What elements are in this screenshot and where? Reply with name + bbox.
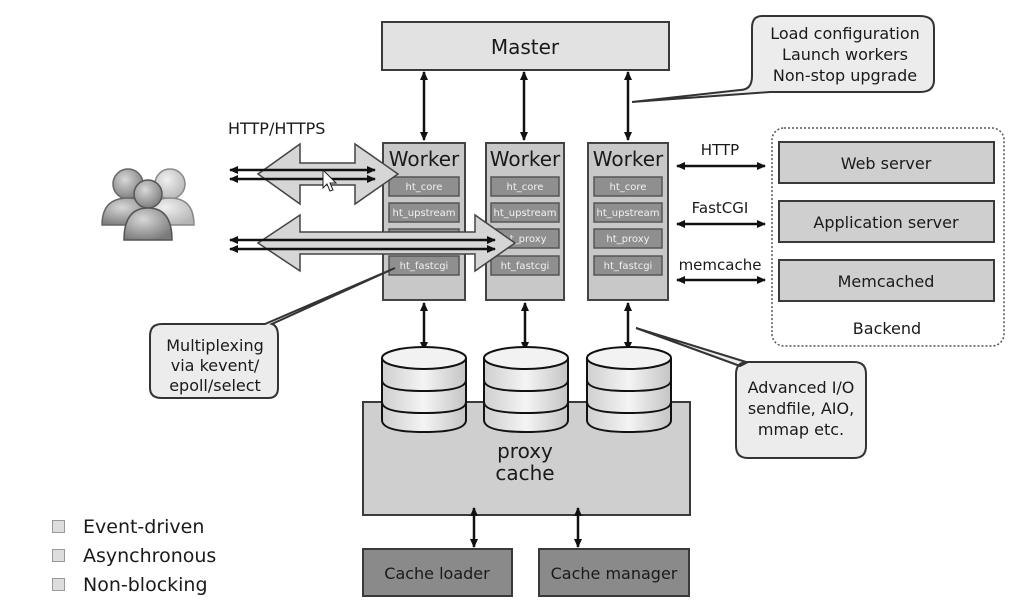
database-icon (586, 346, 672, 434)
database-icon (483, 346, 569, 434)
multiplexing-callout-line-2: via kevent/ (171, 356, 260, 375)
worker-title: Worker (490, 147, 561, 171)
protocol-label: memcache (679, 256, 762, 274)
protocol-label: HTTP (701, 141, 739, 159)
bullet-square-icon (52, 578, 65, 591)
http-double-arrow-1 (229, 142, 400, 206)
feature-label: Event-driven (83, 515, 205, 538)
users-group-icon (101, 168, 195, 241)
master-callout-line-2: Launch workers (782, 45, 908, 64)
database-icon (381, 346, 467, 434)
http-double-arrow-2 (229, 213, 517, 273)
feature-label: Asynchronous (83, 544, 217, 567)
master-callout-line-3: Non-stop upgrade (773, 66, 917, 85)
worker-2: Worker ht_core ht_upstream ht_proxy ht_f… (485, 142, 565, 301)
feature-item: Asynchronous (52, 541, 216, 570)
worker-module: ht_core (610, 182, 647, 193)
worker-1: Worker ht_core ht_upstream ht_proxy ht_f… (382, 142, 466, 301)
multiplexing-callout: Multiplexing via kevent/ epoll/select (149, 267, 396, 399)
worker-module: ht_fastcgi (400, 261, 449, 272)
advanced-io-callout-line-1: Advanced I/O (748, 378, 855, 397)
multiplexing-callout-line-1: Multiplexing (166, 336, 263, 355)
proxy-cache-line-1: proxy (497, 439, 553, 463)
master-callout-line-1: Load configuration (770, 24, 920, 43)
worker-module: ht_fastcgi (501, 261, 550, 272)
feature-label: Non-blocking (83, 573, 208, 596)
backend-group: Web server Application server Memcached … (771, 127, 1005, 347)
protocol-label: FastCGI (692, 199, 749, 217)
feature-item: Non-blocking (52, 570, 216, 599)
worker-module: ht_proxy (606, 234, 649, 245)
advanced-io-callout-line-3: mmap etc. (758, 420, 844, 439)
master-callout: Load configuration Launch workers Non-st… (631, 15, 935, 103)
master-label: Master (491, 35, 560, 59)
feature-list: Event-driven Asynchronous Non-blocking (52, 512, 216, 599)
worker-title: Worker (389, 147, 460, 171)
master-box: Master (381, 21, 670, 71)
client-protocol-label: HTTP/HTTPS (228, 119, 325, 138)
worker-3: Worker ht_core ht_upstream ht_proxy ht_f… (587, 142, 669, 301)
cache-loader-box: Cache loader (362, 548, 513, 597)
bullet-square-icon (52, 549, 65, 562)
advanced-io-callout-line-2: sendfile, AIO, (748, 399, 854, 418)
worker-module: ht_upstream (494, 208, 557, 219)
worker-module: ht_upstream (597, 208, 660, 219)
backend-server: Application server (813, 213, 959, 232)
bullet-square-icon (52, 520, 65, 533)
cache-manager-label: Cache manager (551, 564, 678, 583)
worker-module: ht_upstream (393, 208, 456, 219)
worker-module: ht_core (507, 182, 544, 193)
feature-item: Event-driven (52, 512, 216, 541)
worker-title: Worker (593, 147, 664, 171)
cache-loader-label: Cache loader (384, 564, 490, 583)
backend-title: Backend (853, 319, 921, 338)
backend-server: Web server (841, 154, 932, 173)
cache-manager-box: Cache manager (538, 548, 690, 597)
backend-server: Memcached (838, 272, 935, 291)
proxy-cache-line-2: cache (495, 461, 554, 485)
worker-module: ht_fastcgi (604, 261, 653, 272)
multiplexing-callout-line-3: epoll/select (169, 376, 261, 395)
worker-module: ht_core (406, 182, 443, 193)
